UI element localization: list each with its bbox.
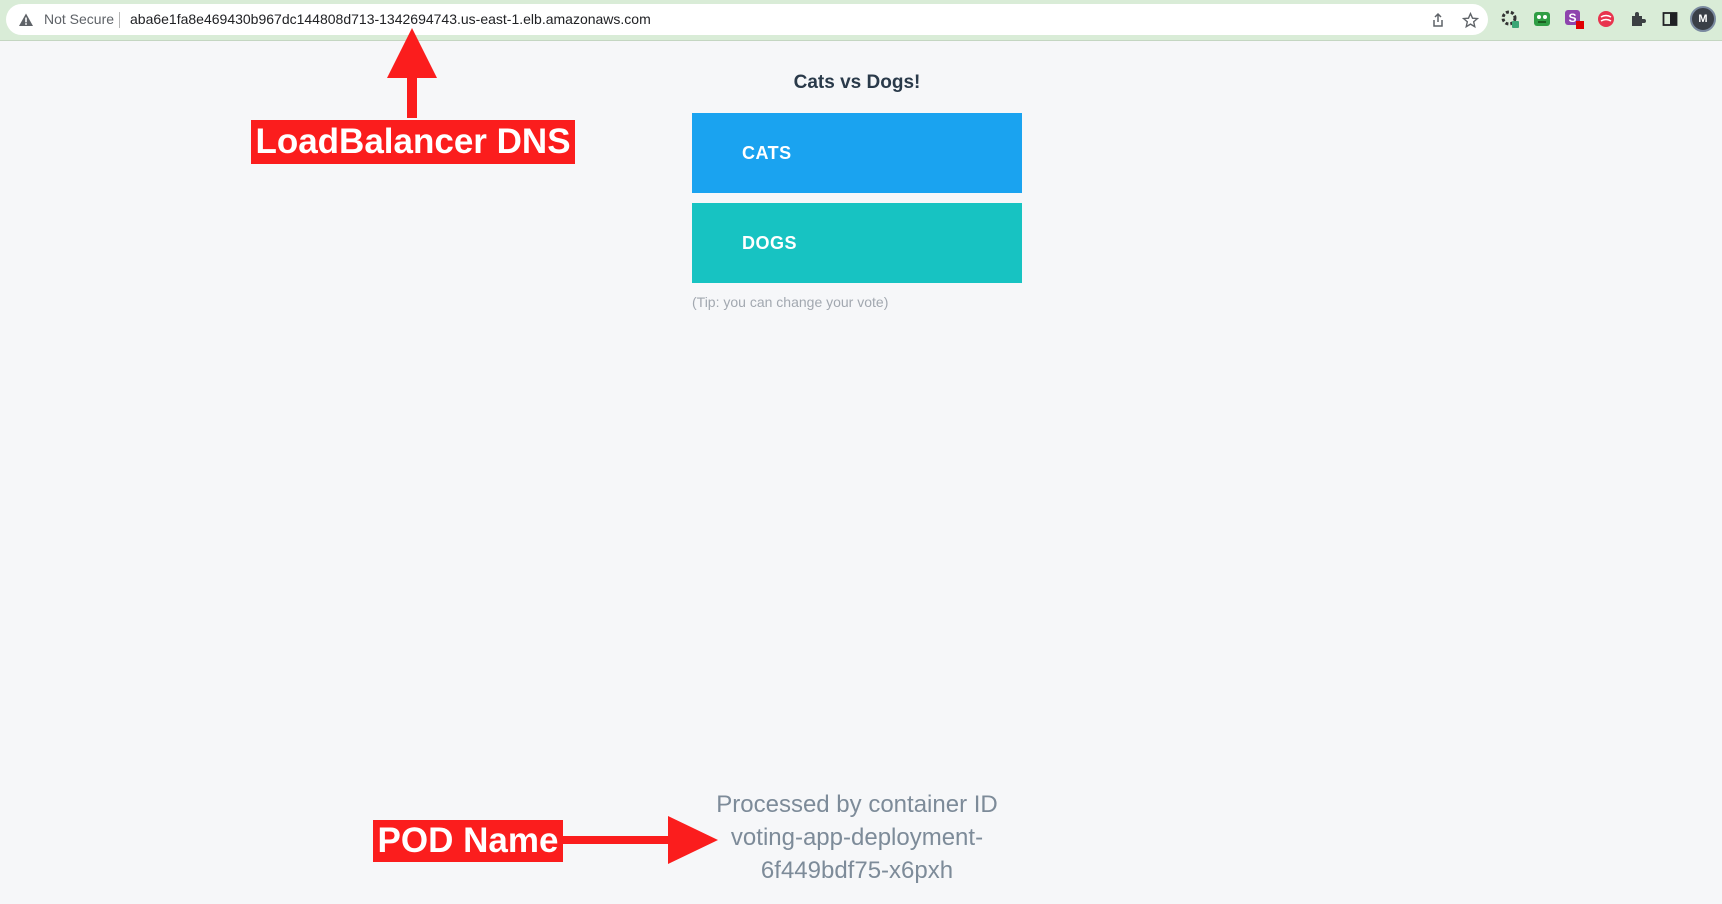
- extension-gear-icon[interactable]: [1500, 9, 1520, 29]
- pod-name-line1: voting-app-deployment-: [730, 824, 984, 851]
- omnibox-divider: [119, 12, 120, 28]
- url-text[interactable]: aba6e1fa8e469430b967dc144808d713-1342694…: [130, 11, 651, 28]
- vote-dogs-button[interactable]: DOGS: [692, 203, 1022, 283]
- puzzle-icon[interactable]: [1628, 9, 1648, 29]
- extension-s-icon[interactable]: S: [1564, 9, 1584, 29]
- bookmark-star-icon[interactable]: [1460, 10, 1480, 30]
- extension-red-icon[interactable]: [1596, 9, 1616, 29]
- loadbalancer-arrow: [387, 28, 437, 118]
- pod-name-label: POD Name: [373, 820, 563, 862]
- container-id-text: Processed by container ID voting-app-dep…: [678, 788, 1036, 887]
- tip-text: (Tip: you can change your vote): [692, 294, 889, 310]
- browser-toolbar: Not Secure aba6e1fa8e469430b967dc144808d…: [0, 0, 1722, 41]
- page-title: Cats vs Dogs!: [793, 72, 921, 93]
- loadbalancer-dns-label: LoadBalancer DNS: [251, 120, 575, 164]
- warning-icon[interactable]: [18, 12, 34, 28]
- address-bar[interactable]: Not Secure aba6e1fa8e469430b967dc144808d…: [6, 4, 1488, 35]
- sidebar-icon[interactable]: [1660, 9, 1680, 29]
- pod-name-line2: 6f449bdf75-x6pxh: [760, 857, 954, 884]
- vote-cats-button[interactable]: CATS: [692, 113, 1022, 193]
- security-status[interactable]: Not Secure: [44, 11, 114, 28]
- share-icon[interactable]: [1428, 10, 1448, 30]
- extension-frog-icon[interactable]: [1532, 9, 1552, 29]
- processed-label: Processed by container ID: [716, 791, 998, 818]
- profile-avatar[interactable]: M: [1690, 6, 1716, 32]
- svg-text:S: S: [1568, 11, 1576, 25]
